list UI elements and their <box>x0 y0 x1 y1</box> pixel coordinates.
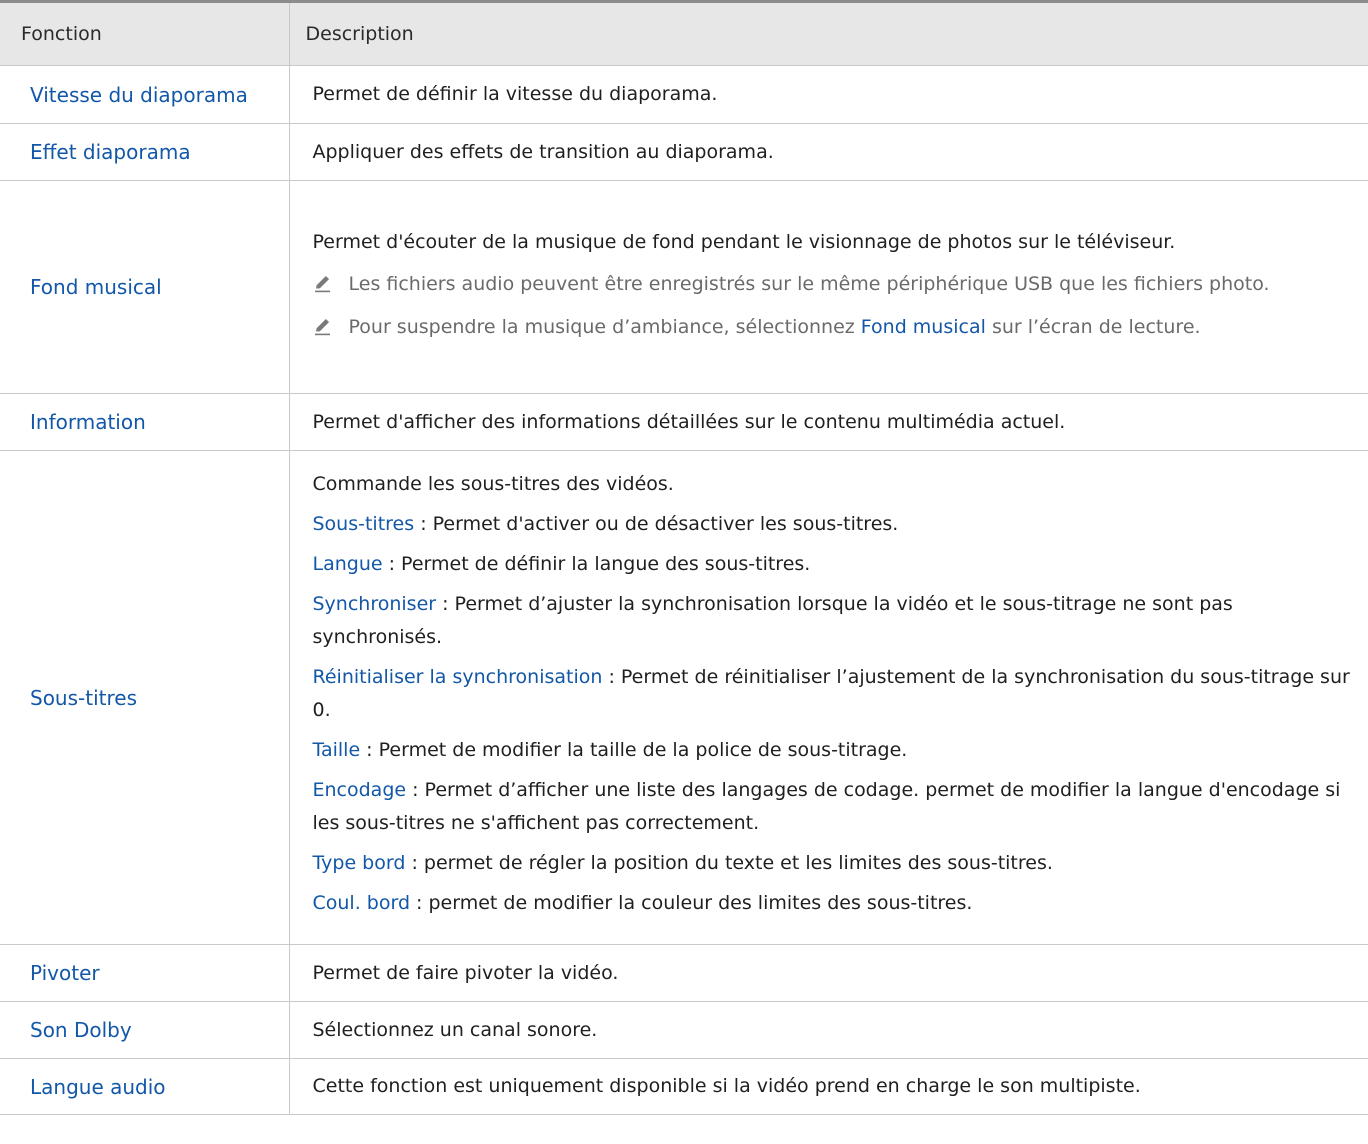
function-description: Permet d'écouter de la musique de fond p… <box>289 180 1368 394</box>
option-text: : Permet d’afficher une liste des langag… <box>312 779 1341 834</box>
subtitle-option: Coul. bord : permet de modifier la coule… <box>313 887 1356 920</box>
option-text: : Permet d'activer ou de désactiver les … <box>414 513 899 535</box>
note-text-part: Pour suspendre la musique d’ambiance, sé… <box>348 315 861 338</box>
function-name: Effet diaporama <box>0 123 290 181</box>
subtitle-option: Encodage : Permet d’afficher une liste d… <box>313 774 1356 840</box>
option-text: : Permet de définir la langue des sous-t… <box>382 553 811 575</box>
function-description: Sélectionnez un canal sonore. <box>289 1001 1368 1059</box>
function-description: Commande les sous-titres des vidéos. Sou… <box>289 450 1368 945</box>
pencil-icon <box>313 267 349 302</box>
function-name: Pivoter <box>0 944 290 1002</box>
function-name: Son Dolby <box>0 1001 290 1059</box>
description-text: Permet d'écouter de la musique de fond p… <box>312 230 1176 253</box>
option-text: : permet de régler la position du texte … <box>405 852 1053 874</box>
table-row: Effet diaporama Appliquer des effets de … <box>0 123 1368 181</box>
header-function: Fonction <box>0 0 290 66</box>
function-name: Fond musical <box>0 180 290 394</box>
option-term: Langue <box>312 553 383 575</box>
table-header-row: Fonction Description <box>0 0 1368 66</box>
note: Les fichiers audio peuvent être enregist… <box>313 267 1356 302</box>
subtitle-option: Réinitialiser la synchronisation : Perme… <box>313 661 1356 727</box>
subtitle-option: Type bord : permet de régler la position… <box>313 847 1356 880</box>
option-text: : Permet de modifier la taille de la pol… <box>360 739 908 761</box>
description-text: Commande les sous-titres des vidéos. <box>312 473 674 495</box>
table-row: Pivoter Permet de faire pivoter la vidéo… <box>0 944 1368 1002</box>
function-name: Information <box>0 393 290 451</box>
function-name: Sous-titres <box>0 450 290 945</box>
note-text: Les fichiers audio peuvent être enregist… <box>348 272 1270 295</box>
function-name: Vitesse du diaporama <box>0 65 290 124</box>
option-term: Synchroniser <box>312 593 437 615</box>
table-row: Information Permet d'afficher des inform… <box>0 393 1368 451</box>
option-term: Coul. bord <box>312 892 411 914</box>
pencil-icon <box>313 310 349 345</box>
note: Pour suspendre la musique d’ambiance, sé… <box>313 310 1356 345</box>
option-term: Réinitialiser la synchronisation <box>312 666 603 688</box>
subtitle-option: Sous-titres : Permet d'activer ou de dés… <box>313 508 1356 541</box>
note-link: Fond musical <box>860 315 986 338</box>
function-name: Langue audio <box>0 1058 290 1115</box>
option-term: Encodage <box>312 779 407 801</box>
subtitle-option: Langue : Permet de définir la langue des… <box>313 548 1356 581</box>
header-description: Description <box>289 0 1368 66</box>
table-row: Sous-titres Commande les sous-titres des… <box>0 450 1368 945</box>
function-description: Cette fonction est uniquement disponible… <box>289 1058 1368 1115</box>
option-term: Taille <box>312 739 361 761</box>
note-text-part: sur l’écran de lecture. <box>985 315 1201 338</box>
function-description: Appliquer des effets de transition au di… <box>289 123 1368 181</box>
option-text: : permet de modifier la couleur des limi… <box>410 892 973 914</box>
function-description: Permet de faire pivoter la vidéo. <box>289 944 1368 1002</box>
table-row: Langue audio Cette fonction est uniqueme… <box>0 1058 1368 1115</box>
option-term: Sous-titres <box>312 513 415 535</box>
table-row: Son Dolby Sélectionnez un canal sonore. <box>0 1001 1368 1059</box>
function-table: Fonction Description Vitesse du diaporam… <box>0 0 1368 1115</box>
option-term: Type bord <box>312 852 406 874</box>
table-row: Fond musical Permet d'écouter de la musi… <box>0 180 1368 394</box>
function-description: Permet de définir la vitesse du diaporam… <box>289 65 1368 124</box>
table-row: Vitesse du diaporama Permet de définir l… <box>0 65 1368 124</box>
option-text: : Permet d’ajuster la synchronisation lo… <box>312 593 1233 648</box>
function-description: Permet d'afficher des informations détai… <box>289 393 1368 451</box>
note-text: Pour suspendre la musique d’ambiance, sé… <box>349 310 1201 345</box>
subtitle-option: Taille : Permet de modifier la taille de… <box>313 734 1356 767</box>
subtitle-option: Synchroniser : Permet d’ajuster la synch… <box>313 588 1356 654</box>
